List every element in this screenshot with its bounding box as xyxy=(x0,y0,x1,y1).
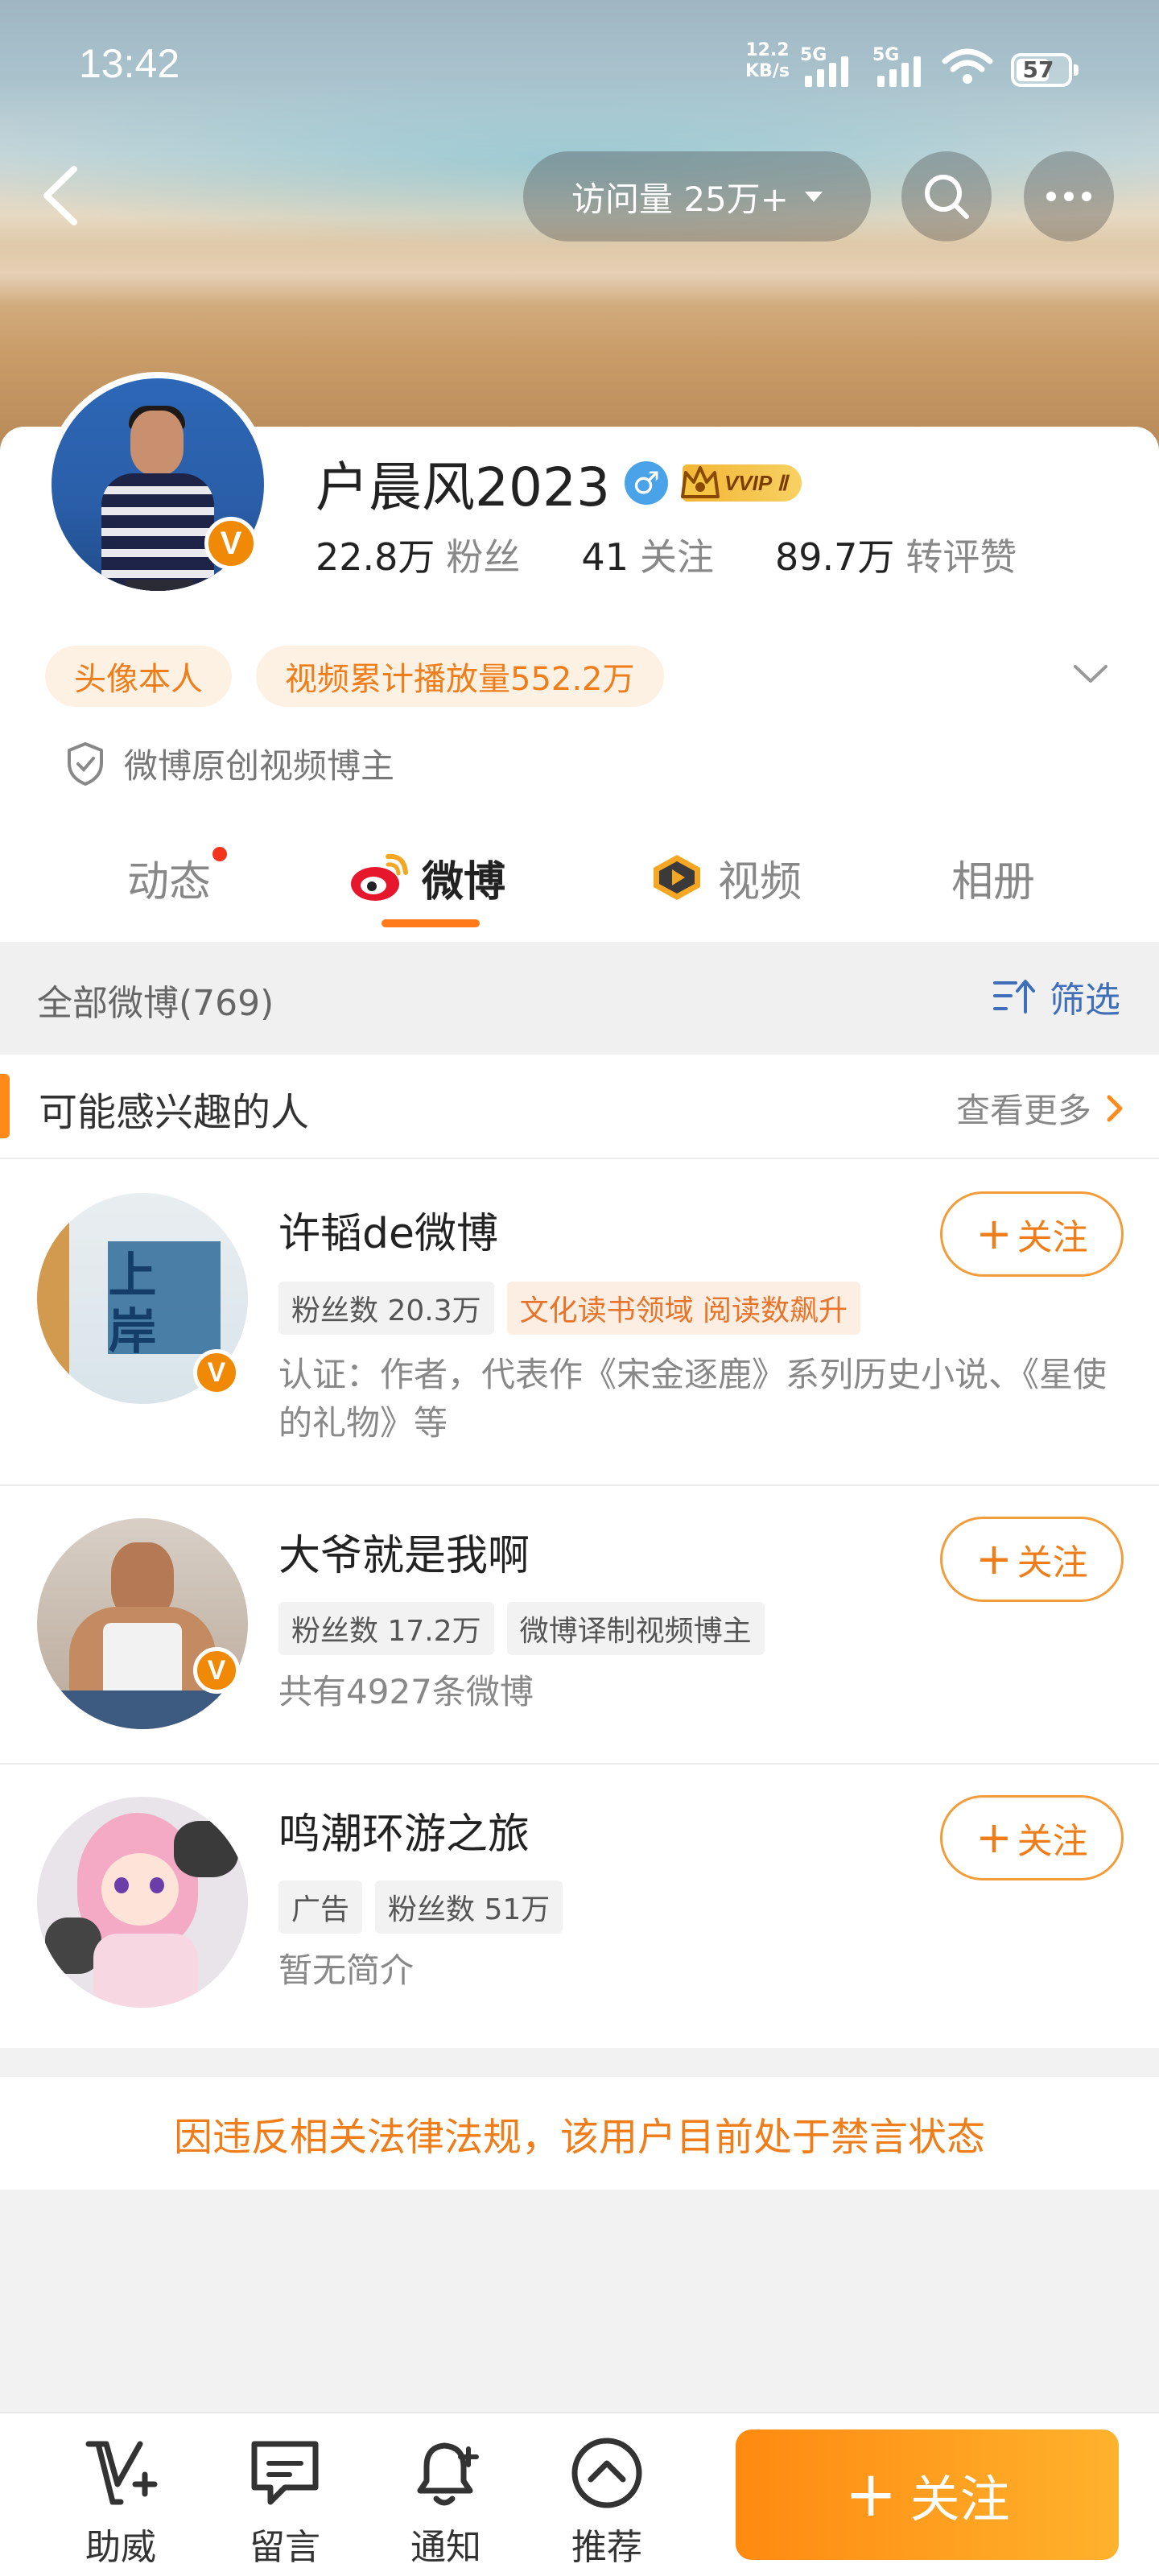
status-bar: 13:42 12.2 KB/s 5G 5G 57 xyxy=(0,0,1159,129)
engagement-count: 89.7万 xyxy=(774,535,895,579)
chevron-left-icon xyxy=(43,166,77,225)
cheer-button[interactable]: 助威 xyxy=(64,2433,177,2570)
network-speed: 12.2 KB/s xyxy=(745,40,790,81)
visits-dropdown[interactable]: 访问量 25万+ xyxy=(523,151,871,242)
person-tag: 粉丝数 51万 xyxy=(375,1880,563,1934)
profile-tabs: 动态 微博 视频 相册 xyxy=(0,829,1159,942)
male-icon: ♂ xyxy=(624,461,668,505)
search-icon xyxy=(925,175,969,219)
person-avatar[interactable] xyxy=(37,1797,248,2008)
profile-tag[interactable]: 视频累计播放量552.2万 xyxy=(256,646,664,707)
engagement-label: 转评赞 xyxy=(905,535,1017,579)
tab-video[interactable]: 视频 xyxy=(649,845,802,910)
search-button[interactable] xyxy=(901,151,992,242)
message-icon xyxy=(251,2441,319,2505)
person-name: 许韬de微博 xyxy=(278,1210,499,1258)
feed-filter-bar: 全部微博(769) 筛选 xyxy=(0,942,1159,1055)
vvip-badge[interactable]: VVIP Ⅱ xyxy=(680,464,802,502)
verified-badge-icon: V xyxy=(204,517,258,570)
cheer-icon xyxy=(85,2441,158,2505)
filter-sort-icon xyxy=(993,980,1035,1013)
verified-badge-icon: V xyxy=(193,1349,240,1396)
battery-icon: 57 xyxy=(1011,53,1079,87)
back-button[interactable] xyxy=(32,161,90,230)
profile-tag[interactable]: 头像本人 xyxy=(45,646,232,707)
fans-count[interactable]: 22.8万 xyxy=(316,528,435,581)
visits-label: 访问量 25万+ xyxy=(571,179,789,219)
person-name: 大爷就是我啊 xyxy=(278,1532,530,1580)
person-description: 认证：作者，代表作《宋金逐鹿》系列历史小说、《星使的礼物》等 xyxy=(278,1355,1107,1443)
unread-dot xyxy=(212,847,228,861)
shield-check-icon xyxy=(68,741,103,786)
more-dots-icon xyxy=(1046,192,1091,201)
status-time: 13:42 xyxy=(79,41,180,86)
person-tag: 粉丝数 20.3万 xyxy=(278,1282,494,1335)
person-tag: 微博译制视频博主 xyxy=(506,1602,765,1655)
person-avatar[interactable] xyxy=(37,1518,248,1729)
verification-row: 微博原创视频博主 xyxy=(64,739,394,788)
tab-activity[interactable]: 动态 xyxy=(127,845,228,910)
verified-badge-icon: V xyxy=(193,1647,240,1694)
person-tag: 粉丝数 17.2万 xyxy=(278,1602,494,1655)
chevron-right-icon xyxy=(1107,1095,1123,1121)
caret-down-icon xyxy=(805,191,823,202)
active-tab-indicator xyxy=(382,919,480,927)
tab-weibo[interactable]: 微博 xyxy=(348,845,505,910)
more-button[interactable] xyxy=(1024,151,1114,242)
follow-main-button[interactable]: + 关注 xyxy=(736,2429,1119,2560)
verification-text: 微博原创视频博主 xyxy=(124,746,395,786)
tab-album[interactable]: 相册 xyxy=(951,845,1035,910)
person-description: 暂无简介 xyxy=(278,1951,415,1990)
see-more-link[interactable]: 查看更多 xyxy=(956,1084,1125,1133)
ad-tag: 广告 xyxy=(278,1880,363,1934)
book-cover-title: 上岸 xyxy=(100,1249,156,1362)
following-label: 关注 xyxy=(639,535,714,579)
recommend-button[interactable]: 推荐 xyxy=(551,2433,663,2570)
person-description: 共有4927条微博 xyxy=(278,1672,534,1711)
filter-button[interactable]: 筛选 xyxy=(992,971,1120,1022)
weibo-count: 全部微博(769) xyxy=(37,983,274,1024)
profile-name: 户晨风2023 xyxy=(316,456,610,518)
bottom-action-bar: 助威 留言 通知 推荐 + 关注 xyxy=(0,2412,1159,2576)
video-play-icon xyxy=(654,855,700,900)
mute-notice: 因违反相关法律法规，该用户目前处于禁言状态 xyxy=(0,2077,1159,2190)
fans-label: 粉丝 xyxy=(446,535,521,579)
message-button[interactable]: 留言 xyxy=(229,2433,341,2570)
recommend-icon xyxy=(571,2438,642,2508)
suggested-person[interactable]: V 大爷就是我啊 粉丝数 17.2万 微博译制视频博主 共有4927条微博 + 关… xyxy=(0,1486,1159,1765)
person-name: 鸣潮环游之旅 xyxy=(278,1810,530,1859)
crown-icon xyxy=(680,466,720,498)
suggested-person[interactable]: 上岸 V 许韬de微博 粉丝数 20.3万 文化读书领域 阅读数飙升 认证：作者… xyxy=(0,1159,1159,1486)
signal-icon: 5G xyxy=(800,45,848,87)
profile-stats: 22.8万 粉丝 41 关注 89.7万 转评赞 xyxy=(316,528,1017,581)
suggested-people-panel: 可能感兴趣的人 查看更多 上岸 V 许韬de微博 粉丝数 20.3万 文化读书领… xyxy=(0,1055,1159,2048)
section-accent-bar xyxy=(0,1074,10,1138)
chevron-down-icon[interactable] xyxy=(1070,654,1111,694)
following-count[interactable]: 41 xyxy=(581,535,629,579)
follow-button[interactable]: + 关注 xyxy=(940,1517,1124,1602)
follow-button[interactable]: + 关注 xyxy=(940,1191,1124,1277)
bell-plus-icon xyxy=(417,2442,479,2506)
weibo-logo-icon xyxy=(351,853,408,901)
person-tag: 文化读书领域 阅读数飙升 xyxy=(506,1282,861,1335)
follow-button[interactable]: + 关注 xyxy=(940,1795,1124,1880)
signal-icon: 5G xyxy=(872,45,921,87)
notify-button[interactable]: 通知 xyxy=(390,2433,502,2570)
suggest-title: 可能感兴趣的人 xyxy=(39,1090,310,1135)
suggested-person[interactable]: 鸣潮环游之旅 广告 粉丝数 51万 暂无简介 + 关注 xyxy=(0,1765,1159,2048)
wifi-icon xyxy=(942,48,993,84)
